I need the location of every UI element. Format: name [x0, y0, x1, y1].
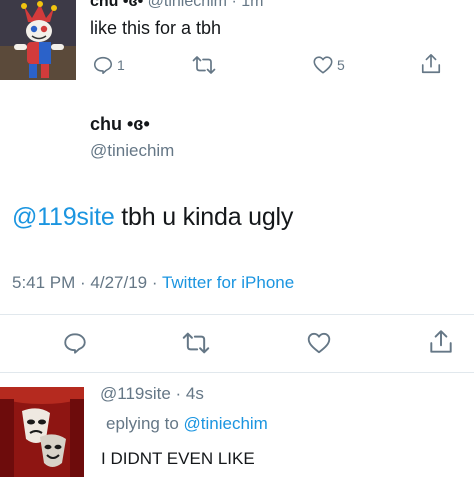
top-tweet-action-bar: 1 5	[90, 52, 450, 78]
reply-icon	[64, 333, 86, 354]
main-tweet-handle[interactable]: @tiniechim	[90, 141, 174, 161]
heart-icon	[313, 56, 333, 74]
retweet-button[interactable]	[182, 330, 210, 356]
heart-icon	[307, 332, 331, 354]
reply-tweet-handle-time[interactable]: @119site · 4s	[100, 384, 204, 404]
top-tweet-header: chu •ɞ• @tiniechim · 1m	[90, 0, 263, 11]
like-button[interactable]: 5	[312, 54, 345, 76]
main-tweet-display-name[interactable]: chu •ɞ•	[90, 114, 150, 135]
share-button[interactable]	[428, 328, 454, 356]
like-count: 5	[337, 57, 345, 73]
reply-count: 1	[117, 57, 125, 73]
retweet-icon	[182, 332, 210, 354]
main-tweet-text: @119site tbh u kinda ugly	[12, 203, 293, 232]
retweet-button[interactable]	[192, 54, 216, 76]
share-button[interactable]	[420, 52, 442, 76]
divider-line	[0, 314, 474, 315]
mention-link[interactable]: @119site	[12, 203, 115, 231]
tweet-source-link[interactable]: Twitter for iPhone	[162, 273, 294, 292]
main-tweet-action-bar	[40, 328, 452, 358]
divider-line	[0, 372, 474, 373]
reply-tweet-text: I DIDNT EVEN LIKE	[101, 449, 255, 468]
replying-to-line: eplying to @tiniechim	[106, 414, 268, 434]
retweet-icon	[192, 56, 216, 74]
avatar-top-tweet[interactable]	[0, 0, 76, 80]
top-tweet-handle-time[interactable]: @tiniechim · 1m	[148, 0, 264, 10]
reply-button[interactable]: 1	[92, 54, 125, 76]
top-tweet-display-name[interactable]: chu •ɞ•	[90, 0, 143, 10]
jester-character-avatar-image	[0, 0, 76, 80]
tweet-metadata: 5:41 PM · 4/27/19 · Twitter for iPhone	[12, 273, 294, 293]
share-icon	[430, 330, 452, 353]
reply-icon	[93, 56, 113, 75]
tweet-timestamp[interactable]: 5:41 PM · 4/27/19 ·	[12, 273, 162, 292]
replying-to-mention-link[interactable]: @tiniechim	[184, 414, 268, 433]
reply-button[interactable]	[62, 330, 88, 356]
top-tweet-text: like this for a tbh	[90, 18, 222, 38]
share-icon	[421, 54, 441, 74]
replying-to-prefix: eplying to	[106, 414, 184, 433]
theater-masks-avatar-image	[0, 387, 84, 477]
like-button[interactable]	[306, 330, 332, 356]
main-tweet-body: tbh u kinda ugly	[114, 203, 294, 231]
avatar-reply-tweet[interactable]	[0, 387, 84, 477]
